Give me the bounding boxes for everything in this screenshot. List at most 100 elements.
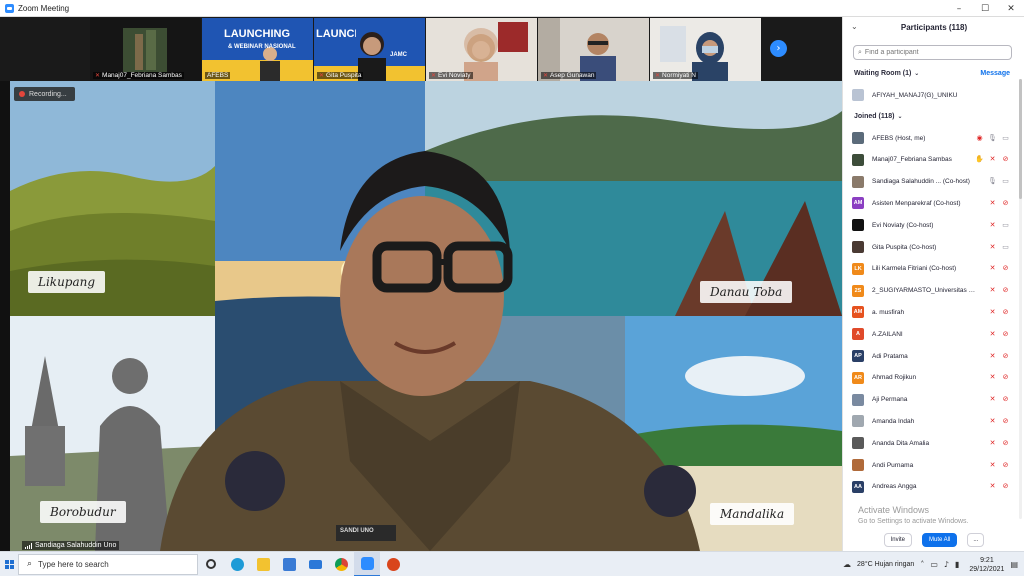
mail-icon[interactable] [302,552,328,576]
chrome-icon[interactable] [328,552,354,576]
participant-row[interactable]: Manaj07_Febriana Sambas ✋ ✕ ⊘ [852,152,1010,168]
camera-off-icon[interactable]: ⊘ [1001,155,1010,164]
next-page-button[interactable]: › [770,40,787,57]
mic-muted-icon[interactable]: ✕ [988,220,997,229]
network-icon[interactable]: ▭ [930,560,938,569]
mute-all-button[interactable]: Mute All [921,533,958,547]
participant-row[interactable]: Evi Noviaty (Co-host) ✕ ▭ [852,217,1010,233]
participant-row[interactable]: AFEBS (Host, me) ◉ 🎙 ▭ [852,130,1010,146]
start-button[interactable] [0,552,18,576]
store-icon[interactable] [276,552,302,576]
participant-name: Lili Karmela Fitriani (Co-host) [872,265,957,273]
participant-row[interactable]: Ananda Dita Amalia ✕ ⊘ [852,435,1010,451]
scroll-thumb[interactable] [1019,79,1022,199]
participant-search[interactable]: ⌕ [853,45,1012,60]
waiting-room-header[interactable]: Waiting Room (1) ⌄ [854,70,919,77]
mic-muted-icon[interactable]: ✕ [988,329,997,338]
video-thumbnail[interactable]: LAUNCHING JAMC ✕Gita Puspita [314,18,425,81]
mic-muted-icon[interactable]: ✕ [988,155,997,164]
avatar [852,153,864,166]
participant-row[interactable]: Aji Permana ✕ ⊘ [852,392,1010,408]
camera-icon[interactable]: ▭ [1001,242,1010,251]
camera-off-icon[interactable]: ⊘ [1001,329,1010,338]
mic-muted-icon[interactable]: ✕ [988,482,997,491]
close-button[interactable]: ✕ [998,0,1024,17]
participant-scrollbar[interactable] [1019,79,1022,519]
video-thumbnail[interactable]: ✕ Manaj07_Febriana Sambas [90,18,201,81]
more-options-button[interactable]: ... [967,533,985,547]
video-thumbnail[interactable]: ✕ Normiyati N [650,18,761,81]
search-input[interactable] [864,49,1005,56]
participant-row[interactable]: A A.ZAILANI ✕ ⊘ [852,326,1010,342]
camera-icon[interactable]: ▭ [1001,133,1010,142]
participant-row[interactable]: AM Asisten Menparekraf (Co-host) ✕ ⊘ [852,195,1010,211]
participant-row[interactable]: Sandiaga Salahuddin ... (Co-host) 🎙 ▭ [852,174,1010,190]
participant-row[interactable]: 2S 2_SUGIYARMASTO_Universitas S... ✕ ⊘ [852,283,1010,299]
task-view-icon[interactable] [198,552,224,576]
mic-muted-icon[interactable]: ✕ [988,373,997,382]
edge-icon[interactable] [224,552,250,576]
waiting-participant-row[interactable]: AFIYAH_MANAJ7(G)_UNIKU [852,87,1010,103]
video-thumbnail[interactable]: LAUNCHING & WEBINAR NASIONAL AFEBS [202,18,313,81]
mic-muted-icon[interactable]: ✕ [988,460,997,469]
video-thumbnail[interactable]: ✕ Asep Gunawan [538,18,649,81]
participant-row[interactable]: AP Adi Pratama ✕ ⊘ [852,348,1010,364]
mic-muted-icon[interactable]: ✕ [988,351,997,360]
active-speaker-video[interactable]: Likupang Borobudur Danau Toba Mandalika … [10,81,842,551]
mic-muted-icon[interactable]: ✕ [988,264,997,273]
mic-muted-icon[interactable]: ✕ [988,416,997,425]
notifications-icon[interactable]: ▤ [1010,560,1018,569]
file-explorer-icon[interactable] [250,552,276,576]
minimize-button[interactable]: – [946,0,972,17]
zoom-window: Zoom Meeting – ☐ ✕ ✕ Manaj07_Febriana Sam… [0,0,1024,576]
microphone-icon[interactable]: 🎙 [988,177,997,186]
camera-off-icon[interactable]: ⊘ [1001,460,1010,469]
joined-header[interactable]: Joined (118) ⌄ [854,113,903,120]
camera-icon[interactable]: ▭ [1001,177,1010,186]
camera-off-icon[interactable]: ⊘ [1001,286,1010,295]
tray-chevron-icon[interactable]: ˄ [920,560,924,569]
recording-icon [19,91,25,97]
participant-row[interactable]: LK Lili Karmela Fitriani (Co-host) ✕ ⊘ [852,261,1010,277]
camera-off-icon[interactable]: ⊘ [1001,198,1010,207]
camera-icon[interactable]: ▭ [1001,220,1010,229]
participant-row[interactable]: Gita Puspita (Co-host) ✕ ▭ [852,239,1010,255]
mic-muted-icon[interactable]: ✕ [988,286,997,295]
participant-row[interactable]: Andi Purnama ✕ ⊘ [852,457,1010,473]
camera-off-icon[interactable]: ⊘ [1001,373,1010,382]
camera-off-icon[interactable]: ⊘ [1001,307,1010,316]
weather-text[interactable]: 28°C Hujan ringan [857,561,914,568]
mic-muted-icon[interactable]: ✕ [988,242,997,251]
recording-icon[interactable]: ◉ [975,133,984,142]
recording-indicator[interactable]: Recording... [14,87,75,101]
camera-off-icon[interactable]: ⊘ [1001,416,1010,425]
app-icon[interactable] [380,552,406,576]
zoom-taskbar-icon[interactable] [354,551,380,576]
window-controls: – ☐ ✕ [946,0,1024,17]
participant-row[interactable]: AR Ahmad Rojikun ✕ ⊘ [852,370,1010,386]
maximize-button[interactable]: ☐ [972,0,998,17]
message-link[interactable]: Message [980,70,1010,77]
battery-icon[interactable]: ▮ [955,560,959,569]
video-thumbnail[interactable]: ✕ Evi Noviaty [426,18,537,81]
participant-row[interactable]: AM a. musfirah ✕ ⊘ [852,304,1010,320]
taskbar-search[interactable]: ⌕ Type here to search [18,553,198,575]
camera-off-icon[interactable]: ⊘ [1001,395,1010,404]
participant-row[interactable]: Amanda Indah ✕ ⊘ [852,413,1010,429]
volume-icon[interactable]: ♪ [944,560,949,569]
participant-row[interactable]: AA Andreas Angga ✕ ⊘ [852,479,1010,495]
camera-off-icon[interactable]: ⊘ [1001,264,1010,273]
mic-muted-icon[interactable]: ✕ [988,395,997,404]
mic-muted-icon[interactable]: ✕ [988,198,997,207]
clock[interactable]: 9:21 29/12/2021 [969,556,1004,574]
camera-off-icon[interactable]: ⊘ [1001,482,1010,491]
signal-icon [25,542,32,549]
participant-name: AFEBS [207,72,229,79]
mic-muted-icon[interactable]: ✕ [988,438,997,447]
camera-off-icon[interactable]: ⊘ [1001,438,1010,447]
mic-muted-icon[interactable]: ✕ [988,307,997,316]
raised-hand-icon[interactable]: ✋ [975,155,984,164]
camera-off-icon[interactable]: ⊘ [1001,351,1010,360]
microphone-icon[interactable]: 🎙 [988,133,997,142]
invite-button[interactable]: Invite [883,533,912,547]
